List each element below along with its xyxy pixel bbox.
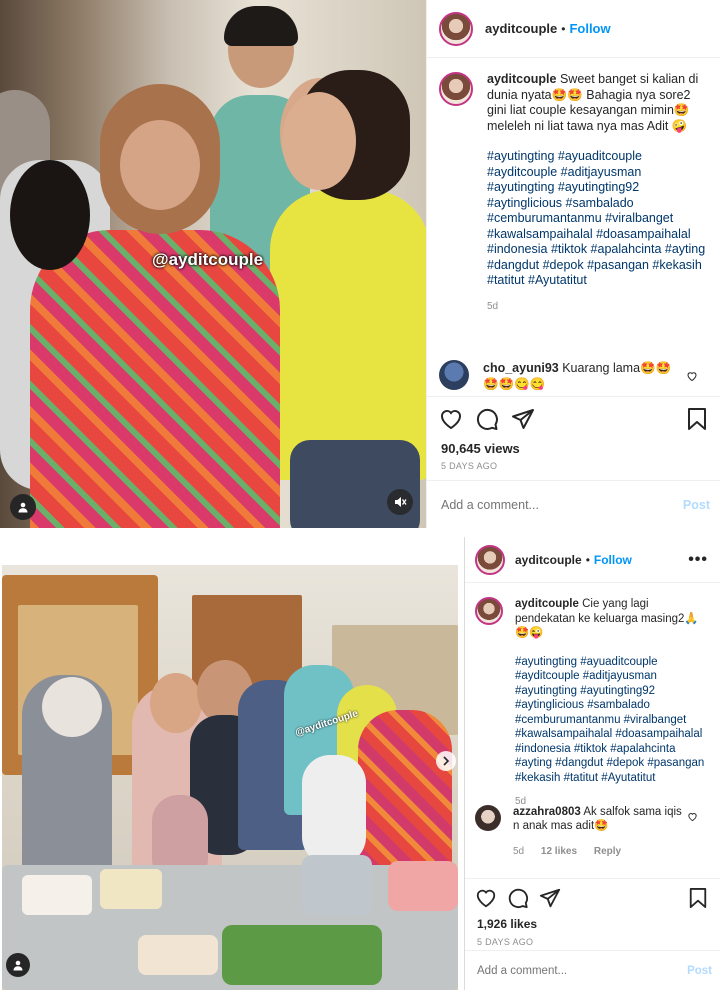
add-comment-bar: Post: [427, 480, 720, 528]
post-sidepanel: ayditcouple • Follow ayditcouple Sweet b…: [426, 0, 720, 528]
add-comment-input[interactable]: [441, 497, 683, 512]
user-tag-button[interactable]: [6, 953, 30, 977]
share-icon[interactable]: [511, 407, 535, 431]
comment-icon[interactable]: [475, 407, 499, 431]
comment-likes[interactable]: 12 likes: [541, 846, 577, 857]
separator-dot: •: [561, 21, 566, 36]
caption-username[interactable]: ayditcouple: [487, 72, 556, 86]
like-count[interactable]: 1,926 likes: [477, 917, 537, 931]
user-tag-icon: [18, 502, 28, 513]
next-photo-button[interactable]: [436, 751, 456, 771]
user-tag-button[interactable]: [10, 494, 36, 520]
caption-username[interactable]: ayditcouple: [515, 598, 579, 610]
comment-like-icon[interactable]: [687, 811, 698, 822]
comment-like-icon[interactable]: [686, 370, 698, 382]
post-video[interactable]: @ayditcouple: [0, 0, 426, 528]
post-photo[interactable]: @ayditcouple: [2, 565, 458, 990]
post-comment-button[interactable]: Post: [687, 965, 712, 977]
reply-button[interactable]: Reply: [594, 846, 621, 857]
mute-icon: [395, 497, 407, 507]
bookmark-icon[interactable]: [688, 887, 708, 909]
more-icon[interactable]: •••: [688, 551, 708, 569]
add-comment-bar: Post: [465, 950, 720, 990]
mute-button[interactable]: [387, 489, 413, 515]
follow-button[interactable]: Follow: [569, 21, 610, 36]
chevron-right-icon: [443, 756, 450, 766]
caption-hashtags[interactable]: #ayutingting #ayuaditcouple #ayditcouple…: [487, 149, 710, 289]
post-comment-button[interactable]: Post: [683, 498, 710, 512]
post-header: ayditcouple • Follow: [427, 0, 720, 58]
add-comment-input[interactable]: [477, 964, 688, 977]
author-username[interactable]: ayditcouple: [515, 553, 582, 567]
video-watermark: @ayditcouple: [152, 250, 264, 269]
caption-avatar[interactable]: [475, 597, 503, 625]
author-avatar[interactable]: [475, 544, 505, 575]
author-avatar[interactable]: [439, 11, 473, 46]
view-count[interactable]: 90,645 views: [441, 441, 520, 456]
comment-item: cho_ayuni93 Kuarang lama🤩🤩 🤩🤩😋😋: [439, 360, 710, 392]
author-username[interactable]: ayditcouple: [485, 21, 557, 36]
post-sidepanel: ayditcouple • Follow ••• ayditcouple Cie…: [464, 537, 720, 990]
caption-age: 5d: [487, 300, 499, 312]
post-2: @ayditcouple ayditcouple • Follow ••• ay…: [0, 537, 720, 990]
share-icon[interactable]: [539, 887, 561, 909]
post-timestamp[interactable]: 5 DAYS AGO: [477, 937, 533, 947]
commenter-avatar[interactable]: [439, 360, 469, 390]
comment-age[interactable]: 5d: [513, 846, 524, 857]
post-timestamp[interactable]: 5 DAYS AGO: [441, 461, 497, 471]
heart-icon[interactable]: [475, 887, 497, 909]
caption-hashtags[interactable]: #ayutingting #ayuaditcouple #ayditcouple…: [515, 655, 710, 786]
separator-dot: •: [585, 552, 590, 567]
comment-icon[interactable]: [507, 887, 529, 909]
caption-avatar[interactable]: [439, 72, 473, 106]
user-tag-icon: [13, 960, 23, 971]
action-bar: 1,926 likes 5 DAYS AGO: [465, 878, 720, 950]
bookmark-icon[interactable]: [686, 407, 708, 431]
commenter-username[interactable]: azzahra0803: [513, 806, 581, 818]
follow-button[interactable]: Follow: [594, 553, 632, 567]
commenter-username[interactable]: cho_ayuni93: [483, 361, 559, 375]
commenter-avatar[interactable]: [475, 805, 501, 831]
post-header: ayditcouple • Follow •••: [465, 537, 720, 583]
caption-area: ayditcouple Sweet banget si kalian di du…: [427, 72, 720, 314]
caption-area: ayditcouple Cie yang lagi pendekatan ke …: [465, 597, 720, 810]
comment-item: azzahra0803 Ak salfok sama iqis n anak m…: [475, 805, 710, 859]
post-1: @ayditcouple ayditcouple • Follow ayditc…: [0, 0, 720, 528]
action-bar: 90,645 views 5 DAYS AGO: [427, 396, 720, 480]
heart-icon[interactable]: [439, 407, 463, 431]
